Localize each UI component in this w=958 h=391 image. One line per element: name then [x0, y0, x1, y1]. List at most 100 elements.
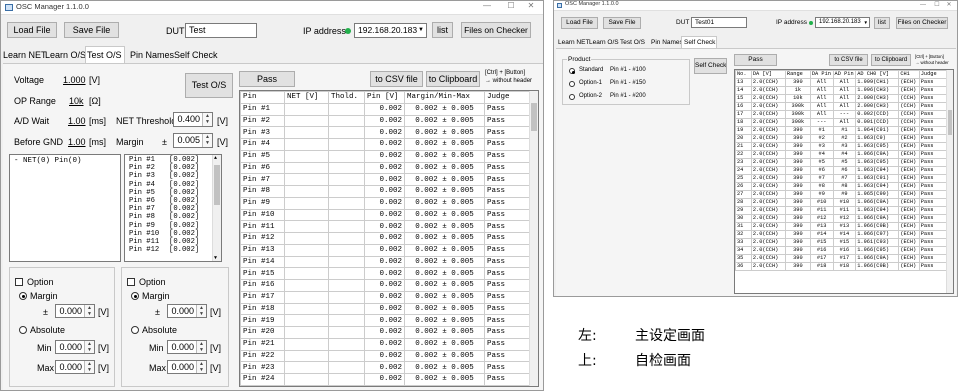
tab-learn-net[interactable]: Learn NET — [3, 50, 47, 60]
table-row[interactable]: Pin #20 0.002 0.002 ± 0.005 Pass — [240, 326, 530, 339]
table-row[interactable]: 27 2.0(CCH) 390 #9 #9 1.965(C99) (ECH) Pass — [735, 190, 948, 199]
max-input[interactable]: 0.000 ▲ ▼ — [167, 360, 207, 374]
table-row[interactable]: 19 2.0(CCH) 390 #1 #1 1.964(C91) (ECH) Pass — [735, 126, 948, 135]
list-button[interactable]: list — [874, 17, 890, 29]
to-clipboard-button[interactable]: to Clipboard — [871, 54, 911, 66]
before-gnd-value[interactable]: 1.00 — [68, 137, 86, 147]
pass-button[interactable]: Pass — [734, 54, 777, 66]
to-csv-button[interactable]: to CSV file — [370, 71, 423, 87]
tab-learn-net[interactable]: Learn NET — [558, 39, 589, 46]
table-row[interactable]: Pin #14 0.002 0.002 ± 0.005 Pass — [240, 255, 530, 269]
save-file-button[interactable]: Save File — [64, 22, 119, 38]
tab-pin-names[interactable]: Pin Names — [130, 50, 174, 60]
table-row[interactable]: 17 2.0(CCH) 390k All --- 0.002(CCD) (CCH) Pass — [735, 110, 948, 119]
list-item[interactable]: Pin #9 [0.002] — [129, 222, 217, 230]
ip-select[interactable]: 192.168.20.183 ▼ — [815, 17, 870, 28]
spinner-icon[interactable]: ▲ ▼ — [196, 361, 206, 373]
pin-list-scrollbar[interactable]: ▲ ▼ — [212, 155, 221, 261]
tab-test-os[interactable]: Test O/S — [85, 46, 125, 64]
files-on-checker-button[interactable]: Files on Checker — [896, 17, 948, 29]
column-header[interactable]: No. — [735, 70, 752, 79]
table-row[interactable]: Pin #13 0.002 0.002 ± 0.005 Pass — [240, 243, 530, 257]
pin-list[interactable]: Pin #1 [0.002] Pin #2 [0.002] Pin #3 [0.002] P… — [124, 154, 222, 262]
table-row[interactable]: Pin #9 0.002 0.002 ± 0.005 Pass — [240, 196, 530, 210]
result-table[interactable]: Pin NET [V] Thold. Pin [V] Margin/Min-Max Jud… — [239, 90, 539, 387]
table-row[interactable]: 13 2.0(CCH) 390 All All 1.999(CH1) (ECH) Pass — [735, 78, 948, 87]
files-on-checker-button[interactable]: Files on Checker — [461, 22, 531, 38]
save-file-button[interactable]: Save File — [603, 17, 641, 29]
max-input[interactable]: 0.000 ▲ ▼ — [55, 360, 95, 374]
list-item[interactable]: Pin #7 [0.002] — [129, 205, 217, 213]
list-item[interactable]: - NET(0) Pin(0) — [14, 157, 116, 165]
table-row[interactable]: 20 2.0(CCH) 390 #2 #2 1.963(C9) (ECH) Pass — [735, 134, 948, 143]
option-checkbox[interactable] — [127, 278, 135, 286]
table-row[interactable]: Pin #7 0.002 0.002 ± 0.005 Pass — [240, 173, 530, 186]
table-row[interactable]: Pin #6 0.002 0.002 ± 0.005 Pass — [240, 161, 530, 175]
list-item[interactable]: Pin #3 [0.002] — [129, 172, 217, 180]
tab-self-check[interactable]: Self Check — [174, 50, 218, 60]
margin-radio[interactable] — [131, 292, 139, 300]
spinner-icon[interactable]: ▲ ▼ — [196, 305, 206, 317]
table-row[interactable]: 32 2.0(CCH) 390 #14 #14 1.966(C97) (ECH) Pass — [735, 230, 948, 239]
margin-input[interactable]: 0.005 ▲ ▼ — [173, 133, 213, 148]
load-file-button[interactable]: Load File — [561, 17, 598, 29]
column-header[interactable]: DA [V] — [750, 70, 786, 79]
column-header[interactable]: AD CH0 [V] — [855, 70, 900, 79]
close-icon[interactable]: ✕ — [944, 1, 954, 8]
column-header[interactable]: CH1 — [898, 70, 920, 79]
ip-select[interactable]: 192.168.20.183 ▼ — [354, 23, 427, 38]
table-row[interactable]: 24 2.0(CCH) 390 #6 #6 1.963(C94) (ECH) Pass — [735, 166, 948, 175]
table-row[interactable]: 25 2.0(CCH) 390 #7 #7 1.963(C91) (ECH) Pass — [735, 174, 948, 183]
list-item[interactable]: Pin #8 [0.002] — [129, 213, 217, 221]
table-row[interactable]: Pin #11 0.002 0.002 ± 0.005 Pass — [240, 220, 530, 233]
column-header[interactable]: NET [V] — [284, 91, 329, 104]
table-row[interactable]: 34 2.0(CCH) 390 #16 #16 1.966(C95) (ECH) Pass — [735, 246, 948, 255]
list-item[interactable]: Pin #2 [0.002] — [129, 164, 217, 172]
tab-learn-os[interactable]: Learn O/S — [45, 50, 86, 60]
table-row[interactable]: 22 2.0(CCH) 390 #4 #4 1.966(C9A) (ECH) Pass — [735, 150, 948, 159]
maximize-icon[interactable]: ☐ — [930, 1, 944, 8]
close-icon[interactable]: ✕ — [523, 1, 539, 10]
product-radio[interactable] — [569, 81, 575, 87]
list-item[interactable]: Pin #12 [0.002] — [129, 246, 217, 254]
table-row[interactable]: Pin #8 0.002 0.002 ± 0.005 Pass — [240, 185, 530, 198]
table-row[interactable]: 18 2.0(CCH) 390k --- All 0.001(CCD) (CCH) Pass — [735, 118, 948, 127]
table-row[interactable]: 26 2.0(CCH) 390 #8 #8 1.963(C94) (ECH) Pass — [735, 182, 948, 191]
product-radio[interactable] — [569, 94, 575, 100]
table-row[interactable]: 30 2.0(CCH) 390 #12 #12 1.966(C9A) (ECH) Pass — [735, 214, 948, 223]
self-check-scrollbar[interactable] — [946, 70, 953, 293]
table-row[interactable]: Pin #19 0.002 0.002 ± 0.005 Pass — [240, 314, 530, 327]
net-threshold-input[interactable]: 0.400 ▲ ▼ — [173, 112, 213, 127]
table-row[interactable]: Pin #2 0.002 0.002 ± 0.005 Pass — [240, 114, 530, 128]
table-row[interactable]: 29 2.0(CCH) 390 #11 #11 1.963(C94) (ECH) Pass — [735, 206, 948, 215]
column-header[interactable]: Margin/Min-Max — [404, 91, 485, 104]
column-header[interactable]: Thold. — [328, 91, 365, 104]
maximize-icon[interactable]: ☐ — [499, 1, 523, 10]
table-row[interactable]: 33 2.0(CCH) 390 #15 #15 1.961(C93) (ECH) Pass — [735, 238, 948, 247]
table-row[interactable]: 36 2.0(CCH) 390 #18 #18 1.966(C9B) (ECH) Pass — [735, 262, 948, 271]
test-os-button[interactable]: Test O/S — [185, 73, 233, 98]
absolute-radio[interactable] — [19, 326, 27, 334]
min-input[interactable]: 0.000 ▲ ▼ — [55, 340, 95, 354]
column-header[interactable]: Judge — [918, 70, 948, 79]
chevron-up-icon[interactable]: ▲ — [214, 155, 217, 161]
net-list[interactable]: - NET(0) Pin(0) — [9, 154, 121, 262]
minimize-icon[interactable]: — — [916, 2, 930, 8]
product-radio[interactable] — [569, 68, 575, 74]
table-row[interactable]: 14 2.0(CCH) 1k All All 1.996(CH3) (ECH) Pass — [735, 86, 948, 95]
result-table-scrollbar[interactable] — [529, 91, 538, 386]
margin-value-input[interactable]: 0.000 ▲ ▼ — [55, 304, 95, 318]
spinner-icon[interactable]: ▲ ▼ — [84, 305, 94, 317]
load-file-button[interactable]: Load File — [7, 22, 57, 38]
table-row[interactable]: Pin #3 0.002 0.002 ± 0.005 Pass — [240, 126, 530, 139]
to-clipboard-button[interactable]: to Clipboard — [426, 71, 480, 87]
list-item[interactable]: Pin #6 [0.002] — [129, 197, 217, 205]
min-input[interactable]: 0.000 ▲ ▼ — [167, 340, 207, 354]
spinner-icon[interactable]: ▲ ▼ — [84, 341, 94, 353]
list-item[interactable]: Pin #11 [0.002] — [129, 238, 217, 246]
table-row[interactable]: Pin #18 0.002 0.002 ± 0.005 Pass — [240, 302, 530, 316]
table-row[interactable]: Pin #15 0.002 0.002 ± 0.005 Pass — [240, 267, 530, 280]
table-row[interactable]: Pin #22 0.002 0.002 ± 0.005 Pass — [240, 349, 530, 363]
tab-self-check[interactable]: Self Check — [681, 36, 717, 48]
column-header[interactable]: DA Pin — [809, 70, 834, 79]
